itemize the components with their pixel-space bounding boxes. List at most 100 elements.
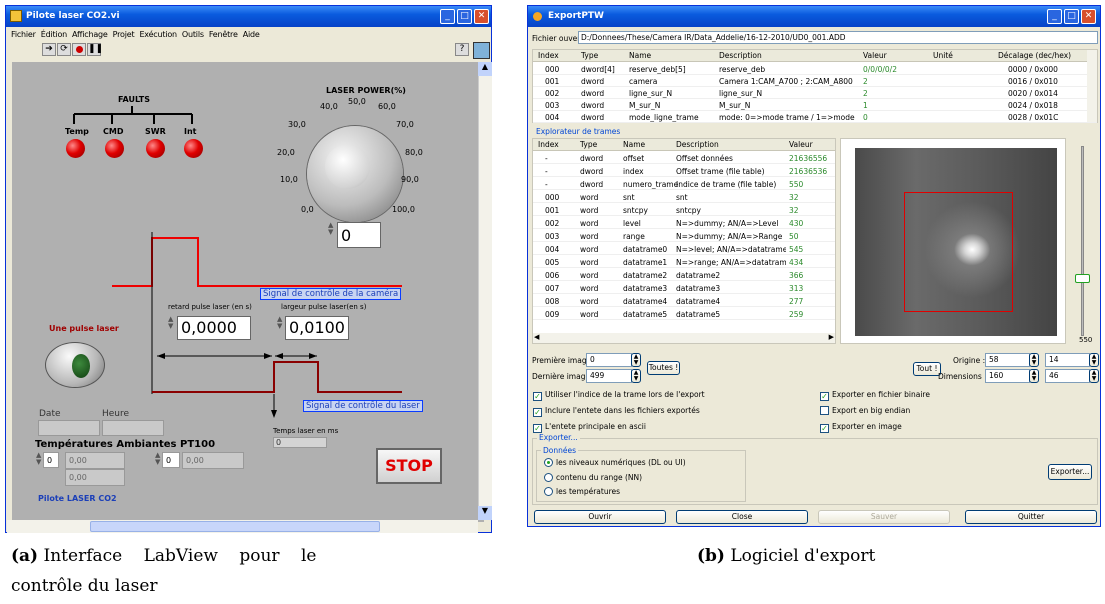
frame-table-row[interactable]: 009 word datatrame5 datatrame5 259 (533, 308, 835, 320)
first-image-input[interactable]: 0 (586, 353, 632, 367)
col-valeur[interactable]: Valeur (863, 51, 887, 60)
col-name[interactable]: Name (629, 51, 651, 60)
frame-table-row[interactable]: 001 word sntcpy sntcpy 32 (533, 204, 835, 216)
amb-index-spinner-icon[interactable]: ▲ ▼ (36, 452, 42, 466)
run-arrow-icon[interactable]: ➔ (42, 43, 56, 56)
dim-y-spinner-icon[interactable]: ▲ ▼ (1089, 369, 1099, 383)
fcol-name[interactable]: Name (623, 140, 645, 149)
abort-icon[interactable] (72, 43, 86, 56)
roi-rectangle[interactable] (904, 192, 1013, 312)
checkbox-checked-icon[interactable]: ✓ (533, 424, 542, 433)
option-big-endian[interactable]: Export en big endian (820, 406, 910, 415)
checkbox-unchecked-icon[interactable] (820, 406, 829, 415)
col-description[interactable]: Description (719, 51, 762, 60)
export-minimize-button[interactable]: _ (1047, 9, 1062, 24)
frame-table-row[interactable]: - dword numero_trame Indice de trame (file … (533, 178, 835, 190)
header-table-row[interactable]: 001 dword camera Camera 1:CAM_A700 ; 2:CAM_… (533, 75, 1097, 87)
export-maximize-button[interactable]: □ (1064, 9, 1079, 24)
amb-index-input[interactable]: 0 (43, 452, 59, 468)
frame-table-hscroll[interactable]: ◀ ▶ (533, 333, 835, 343)
menu-fenetre[interactable]: Fenêtre (209, 30, 238, 39)
largeur-spinner-icon[interactable]: ▲ ▼ (277, 316, 283, 330)
frame-slider-thumb[interactable] (1075, 274, 1090, 283)
origine-y-input[interactable]: 14 (1045, 353, 1090, 367)
last-image-spinner-icon[interactable]: ▲ ▼ (631, 369, 641, 383)
col-unite[interactable]: Unité (933, 51, 953, 60)
checkbox-checked-icon[interactable]: ✓ (533, 392, 542, 401)
run-continuous-icon[interactable]: ⟳ (57, 43, 71, 56)
toutes-button[interactable]: Toutes ! (647, 361, 680, 375)
menu-edition[interactable]: Édition (41, 30, 67, 39)
file-path-field[interactable]: D:/Donnees/These/Camera IR/Data_Addelie/… (578, 31, 1098, 44)
radio-selected-icon[interactable] (544, 458, 553, 467)
dim-x-spinner-icon[interactable]: ▲ ▼ (1029, 369, 1039, 383)
close-export-button[interactable]: Close (676, 510, 808, 524)
frame-table-row[interactable]: - dword index Offset trame (file table) 2163… (533, 165, 835, 177)
retard-spinner-icon[interactable]: ▲ ▼ (168, 316, 174, 330)
exportptw-title-bar[interactable]: ExportPTW (528, 6, 1100, 27)
pt-index-spinner-icon[interactable]: ▲ ▼ (155, 452, 161, 466)
menu-projet[interactable]: Projet (113, 30, 135, 39)
pause-icon[interactable]: ❚❚ (87, 43, 103, 56)
pt-index-input[interactable]: 0 (162, 452, 180, 468)
dim-x-input[interactable]: 160 (985, 369, 1030, 383)
frame-table-row[interactable]: 007 word datatrame3 datatrame3 313 (533, 282, 835, 294)
origine-x-input[interactable]: 58 (985, 353, 1030, 367)
checkbox-checked-icon[interactable]: ✓ (820, 424, 829, 433)
tout-button[interactable]: Tout ! (913, 362, 941, 376)
menu-affichage[interactable]: Affichage (72, 30, 108, 39)
vertical-scrollbar[interactable] (478, 62, 492, 520)
frame-table-row[interactable]: 008 word datatrame4 datatrame4 277 (533, 295, 835, 307)
frame-table-row[interactable]: 005 word datatrame1 N=>range; AN/A=>datatra… (533, 256, 835, 268)
frame-table-row[interactable]: 002 word level N=>dummy; AN/A=>Level 430 (533, 217, 835, 229)
last-image-input[interactable]: 499 (586, 369, 632, 383)
radio-unselected-icon[interactable] (544, 487, 553, 496)
labview-title-bar[interactable]: Pilote laser CO2.vi (6, 6, 491, 27)
help-icon[interactable]: ? (455, 43, 469, 56)
menu-fichier[interactable]: Fichier (11, 30, 36, 39)
frame-table-row[interactable]: - dword offset Offset données 21636556 (533, 152, 835, 164)
col-index[interactable]: Index (538, 51, 559, 60)
retard-pulse-input[interactable]: 0,0000 (177, 316, 251, 340)
option-include-header[interactable]: ✓ Inclure l'entete dans les fichiers expo… (533, 406, 700, 417)
maximize-button[interactable]: □ (457, 9, 472, 24)
col-type[interactable]: Type (581, 51, 598, 60)
scroll-thumb[interactable] (90, 521, 380, 532)
largeur-pulse-input[interactable]: 0,0100 (285, 316, 349, 340)
radio-niveaux[interactable]: les niveaux numériques (DL ou UI) (544, 458, 686, 467)
header-table-row[interactable]: 004 dword mode_ligne_trame mode: 0=>mode tr… (533, 111, 1097, 123)
hscroll-left-icon[interactable]: ◀ (534, 333, 539, 341)
header-table-row[interactable]: 003 dword M_sur_N M_sur_N 1 0024 / 0x018 (533, 99, 1097, 111)
checkbox-checked-icon[interactable]: ✓ (533, 408, 542, 417)
exporter-button[interactable]: Exporter... (1048, 464, 1092, 480)
minimize-button[interactable]: _ (440, 9, 455, 24)
frame-table-row[interactable]: 004 word datatrame0 N=>level; AN/A=>datatra… (533, 243, 835, 255)
col-decalage[interactable]: Décalage (dec/hex) (998, 51, 1071, 60)
fcol-valeur[interactable]: Valeur (789, 140, 813, 149)
fcol-description[interactable]: Description (676, 140, 719, 149)
header-table-row[interactable]: 000 dword[4] reserve_deb[5] reserve_deb 0/0/… (533, 63, 1097, 75)
radio-temperatures[interactable]: les températures (544, 487, 620, 496)
first-image-spinner-icon[interactable]: ▲ ▼ (631, 353, 641, 367)
stop-button[interactable]: STOP (376, 448, 442, 484)
option-export-binary[interactable]: ✓ Exporter en fichier binaire (820, 390, 930, 401)
header-table-row[interactable]: 002 dword ligne_sur_N ligne_sur_N 2 0020 / 0x… (533, 87, 1097, 99)
fcol-type[interactable]: Type (580, 140, 597, 149)
scroll-up-icon[interactable]: ▲ (478, 62, 492, 76)
menu-aide[interactable]: Aide (243, 30, 260, 39)
frame-slider-track[interactable] (1081, 146, 1084, 336)
option-header-ascii[interactable]: ✓ L'entete principale en ascii (533, 422, 646, 433)
frame-table-row[interactable]: 003 word range N=>dummy; AN/A=>Range 50 (533, 230, 835, 242)
menu-execution[interactable]: Exécution (139, 30, 177, 39)
frame-table-row[interactable]: 006 word datatrame2 datatrame2 366 (533, 269, 835, 281)
header-table-scrollbar[interactable] (1087, 50, 1097, 122)
fcol-index[interactable]: Index (538, 140, 559, 149)
dim-y-input[interactable]: 46 (1045, 369, 1090, 383)
option-export-image[interactable]: ✓ Exporter en image (820, 422, 902, 433)
hscroll-right-icon[interactable]: ▶ (829, 333, 834, 341)
menu-outils[interactable]: Outils (182, 30, 204, 39)
radio-range[interactable]: contenu du range (NN) (544, 473, 642, 482)
frame-table-row[interactable]: 000 word snt snt 32 (533, 191, 835, 203)
close-button[interactable]: ✕ (474, 9, 489, 24)
quitter-button[interactable]: Quitter (965, 510, 1097, 524)
